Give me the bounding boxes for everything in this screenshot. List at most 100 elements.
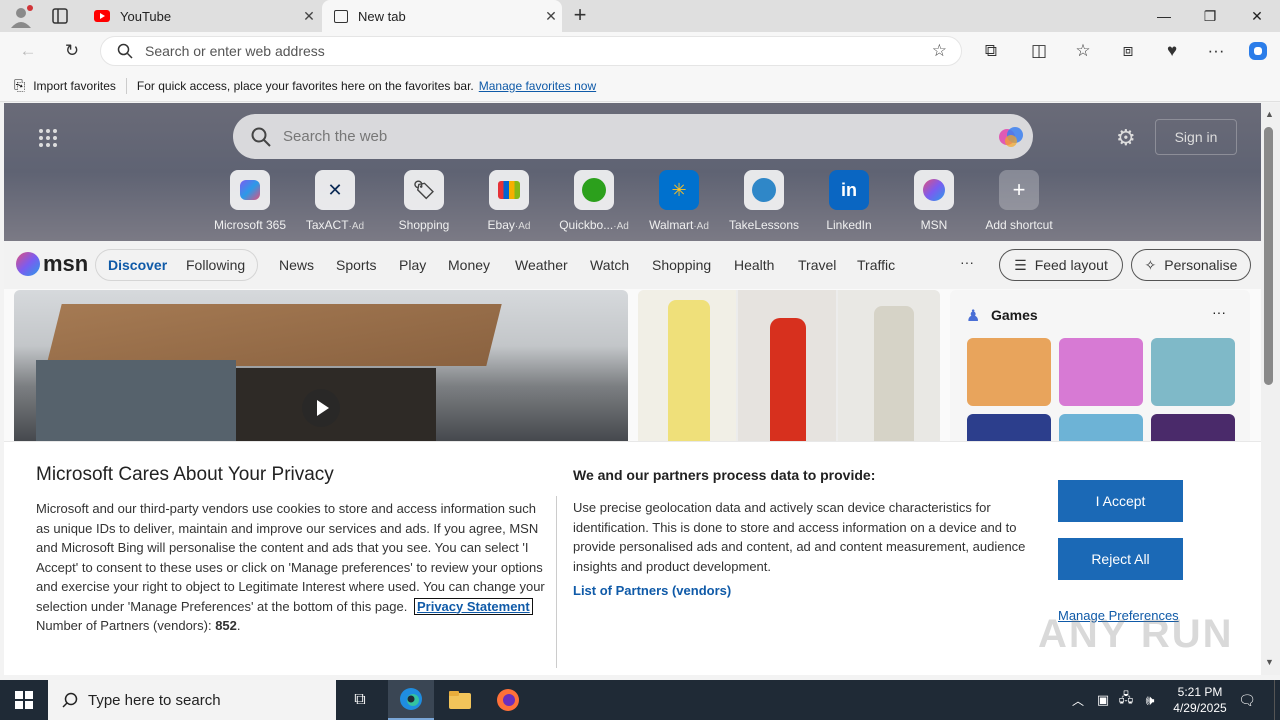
clock[interactable]: 5:21 PM 4/29/2025: [1164, 680, 1236, 720]
consent-body: Microsoft and our third-party vendors us…: [36, 501, 545, 633]
collections-icon[interactable]: ⧈: [1114, 38, 1142, 64]
shortcut-quickbooks[interactable]: Quickbo...·Ad: [552, 170, 636, 232]
taskbar-search[interactable]: Type here to search: [48, 680, 336, 720]
close-tab-icon[interactable]: ✕: [298, 8, 320, 25]
shortcut-msn[interactable]: MSN: [892, 170, 976, 232]
settings-gear-icon[interactable]: ⚙: [1116, 125, 1136, 151]
new-tab-button[interactable]: +: [568, 4, 592, 28]
split-screen-icon[interactable]: ◫: [1025, 38, 1053, 64]
nav-shopping[interactable]: Shopping: [652, 257, 711, 273]
show-desktop[interactable]: [1274, 680, 1280, 720]
consent-divider: [556, 496, 557, 668]
start-button[interactable]: [0, 680, 48, 720]
favorites-icon[interactable]: ☆: [1069, 38, 1097, 64]
sign-in-button[interactable]: Sign in: [1155, 119, 1237, 155]
microsoft-365-icon: [230, 170, 270, 210]
performance-icon[interactable]: ♥: [1158, 38, 1186, 64]
scroll-thumb[interactable]: [1264, 127, 1273, 385]
list-of-partners-link[interactable]: List of Partners (vendors): [573, 581, 731, 601]
page-scrollbar[interactable]: ▲ ▼: [1261, 103, 1280, 675]
nav-watch[interactable]: Watch: [590, 257, 629, 273]
refresh-icon[interactable]: ↻: [58, 38, 86, 64]
nav-more-icon[interactable]: ···: [960, 254, 974, 270]
privacy-statement-link[interactable]: Privacy Statement: [413, 597, 533, 615]
tab-newtab[interactable]: New tab ✕: [322, 0, 562, 32]
shortcut-label: Shopping: [398, 218, 450, 232]
nav-sports[interactable]: Sports: [336, 257, 376, 273]
scroll-down-arrow[interactable]: ▼: [1265, 657, 1274, 667]
ad-badge: Ad: [616, 221, 629, 232]
tab-actions-icon[interactable]: [48, 6, 72, 26]
feed-layout-button[interactable]: ☰ Feed layout: [999, 249, 1123, 281]
takelessons-icon: [744, 170, 784, 210]
address-bar[interactable]: ☆: [100, 36, 962, 66]
copilot-icon[interactable]: [1244, 38, 1272, 64]
shortcut-linkedin[interactable]: in LinkedIn: [807, 170, 891, 232]
import-favorites-button[interactable]: Import favorites: [33, 79, 116, 93]
video-card[interactable]: [14, 290, 628, 450]
shortcut-label: Quickbo...: [559, 218, 614, 232]
shortcut-ebay[interactable]: Ebay·Ad: [467, 170, 551, 232]
edge-taskbar-icon[interactable]: [388, 680, 434, 720]
games-card: ♟ Games ···: [950, 290, 1250, 450]
personalise-button[interactable]: ✧ Personalise: [1131, 249, 1251, 281]
more-menu-icon[interactable]: ···: [1202, 38, 1230, 64]
nav-money[interactable]: Money: [448, 257, 490, 273]
shortcut-add[interactable]: + Add shortcut: [977, 170, 1061, 232]
nav-play[interactable]: Play: [399, 257, 426, 273]
close-window-icon[interactable]: ✕: [1234, 0, 1280, 32]
shortcut-shopping[interactable]: 🏷 Shopping: [382, 170, 466, 232]
cabin-wall: [36, 360, 236, 450]
fashion-photo-3: [838, 290, 940, 450]
manage-favorites-link[interactable]: Manage favorites now: [479, 79, 596, 93]
task-view-icon[interactable]: ⧉: [340, 680, 380, 720]
tab-following[interactable]: Following: [186, 257, 245, 273]
minimize-icon[interactable]: —: [1141, 0, 1187, 32]
accept-button[interactable]: I Accept: [1058, 480, 1183, 522]
shortcut-walmart[interactable]: ✳ Walmart·Ad: [637, 170, 721, 232]
search-icon: [117, 43, 133, 59]
firefox-icon[interactable]: [486, 680, 530, 720]
games-more-icon[interactable]: ···: [1212, 304, 1226, 320]
nav-weather[interactable]: Weather: [515, 257, 568, 273]
shortcut-takelessons[interactable]: TakeLessons: [722, 170, 806, 232]
extensions-icon[interactable]: ⧉: [977, 38, 1005, 64]
favorites-bar: ⎘ Import favorites For quick access, pla…: [0, 70, 1280, 102]
fashion-card[interactable]: [638, 290, 940, 450]
reject-all-button[interactable]: Reject All: [1058, 538, 1183, 580]
nav-news[interactable]: News: [279, 257, 314, 273]
back-icon[interactable]: ←: [14, 38, 42, 64]
nav-traffic[interactable]: Traffic: [857, 257, 895, 273]
search-icon: [251, 127, 271, 147]
scroll-up-arrow[interactable]: ▲: [1265, 109, 1274, 119]
nav-travel[interactable]: Travel: [798, 257, 836, 273]
app-launcher-icon[interactable]: [38, 128, 58, 148]
msn-logo[interactable]: msn: [16, 251, 88, 277]
game-tile[interactable]: [1151, 338, 1235, 406]
play-icon[interactable]: [302, 389, 340, 427]
copilot-icon[interactable]: [997, 123, 1025, 156]
tray-chevron-icon[interactable]: ︿: [1068, 680, 1088, 720]
web-search-box[interactable]: [233, 114, 1033, 159]
profile-avatar[interactable]: [8, 4, 34, 28]
close-tab-icon[interactable]: ✕: [540, 8, 562, 25]
shortcut-microsoft-365[interactable]: Microsoft 365: [208, 170, 292, 232]
volume-icon[interactable]: 🕪: [1140, 680, 1160, 720]
web-search-input[interactable]: [283, 128, 963, 145]
games-icon: ♟: [966, 308, 981, 325]
shortcut-taxact[interactable]: ✕ TaxACT·Ad: [293, 170, 377, 232]
tab-discover[interactable]: Discover: [108, 257, 167, 273]
tray-device-icon[interactable]: ▣: [1094, 680, 1112, 720]
restore-icon[interactable]: ❐: [1187, 0, 1233, 32]
tab-youtube[interactable]: YouTube ✕: [84, 0, 320, 32]
game-tile[interactable]: [967, 338, 1051, 406]
consent-body-text: Microsoft and our third-party vendors us…: [36, 501, 545, 614]
favorite-star-icon[interactable]: ☆: [932, 41, 947, 61]
network-icon[interactable]: 🖧: [1116, 680, 1136, 720]
import-favorites-icon[interactable]: ⎘: [14, 77, 25, 94]
file-explorer-icon[interactable]: [438, 680, 482, 720]
address-input[interactable]: [145, 43, 905, 59]
game-tile[interactable]: [1059, 338, 1143, 406]
nav-health[interactable]: Health: [734, 257, 774, 273]
notifications-icon[interactable]: 🗨: [1236, 680, 1258, 720]
